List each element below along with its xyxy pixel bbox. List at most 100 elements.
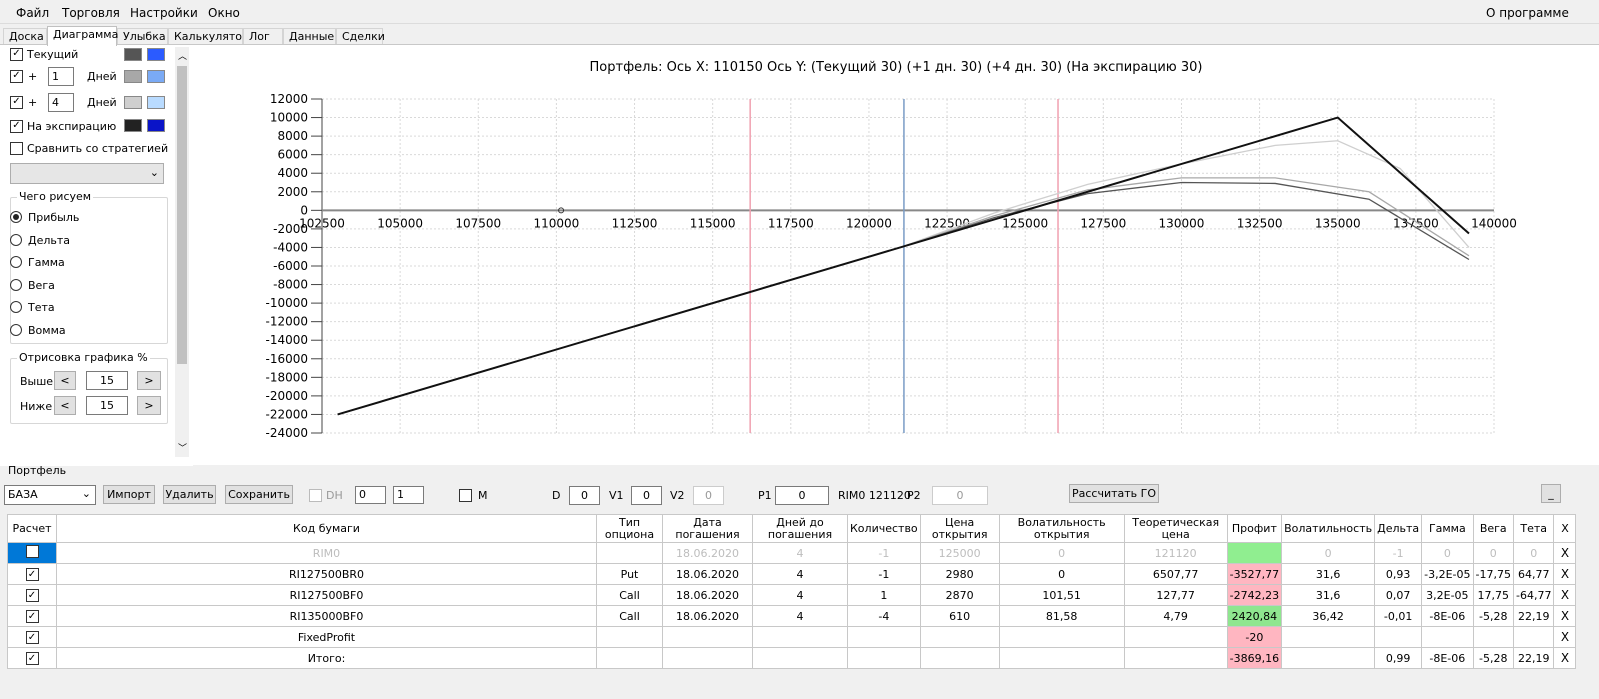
v1-input[interactable]: 0 (631, 486, 662, 505)
remove-row-button[interactable]: X (1553, 605, 1577, 627)
remove-row-button[interactable]: X (1553, 647, 1577, 669)
dh-stepper-1[interactable]: 0 (355, 486, 386, 504)
scroll-up-icon[interactable]: ︿ (178, 49, 187, 62)
tab-calculator[interactable]: Калькулятор (168, 28, 249, 45)
dh-stepper-2[interactable]: 1 (393, 486, 424, 504)
above-decrease-button[interactable]: < (54, 371, 76, 390)
menu-file[interactable]: Файл (16, 6, 49, 20)
expiry-color-swatch-2[interactable] (147, 119, 165, 132)
col-price[interactable]: Цена открытия (919, 514, 1000, 543)
calc-cell[interactable]: ✓ (7, 647, 57, 669)
table-row[interactable]: ✓ Итого: -3869,16 0,99 -8E-06 -5,28 22,1… (7, 647, 1577, 669)
tab-log[interactable]: Лог (243, 28, 283, 45)
remove-row-button[interactable]: X (1553, 584, 1577, 606)
theo-cell: 127,77 (1123, 584, 1228, 606)
portfolio-select[interactable]: БАЗА ⌄ (4, 485, 96, 505)
col-profit[interactable]: Профит (1226, 514, 1283, 543)
remove-row-button[interactable]: X (1553, 626, 1577, 648)
menu-about[interactable]: О программе (1486, 6, 1569, 20)
radio-profit[interactable]: Прибыль (10, 208, 79, 226)
row-checkbox[interactable] (25, 545, 39, 558)
plus4-color-swatch-2[interactable] (147, 96, 165, 109)
calc-cell[interactable]: ✓ (7, 563, 57, 585)
col-vol-open[interactable]: Волатильность открытия (998, 514, 1125, 543)
col-theo[interactable]: Теоретическая цена (1123, 514, 1228, 543)
minimize-button[interactable]: _ (1541, 484, 1561, 503)
current-color-swatch[interactable] (124, 48, 142, 61)
row-checkbox[interactable]: ✓ (25, 589, 39, 603)
col-vega[interactable]: Вега (1472, 514, 1515, 543)
current-checkbox[interactable]: ✓ (10, 47, 23, 61)
menu-settings[interactable]: Настройки (130, 6, 198, 20)
strategy-select[interactable]: ⌄ (10, 163, 164, 184)
table-row[interactable]: ✓ RI127500BR0 Put 18.06.2020 4 -1 2980 0… (7, 563, 1577, 585)
expiry-color-swatch[interactable] (124, 119, 142, 132)
current-color-swatch-2[interactable] (147, 48, 165, 61)
delete-button[interactable]: Удалить (163, 485, 216, 504)
tab-diagram[interactable]: Диаграмма (47, 26, 118, 46)
col-vol[interactable]: Волатильность (1281, 514, 1376, 543)
plus4-color-swatch[interactable] (124, 96, 142, 109)
row-checkbox[interactable]: ✓ (25, 568, 39, 582)
radio-vomma[interactable]: Вомма (10, 321, 66, 339)
compare-checkbox[interactable] (10, 141, 23, 155)
calc-cell[interactable] (7, 542, 57, 564)
col-x[interactable]: X (1553, 514, 1577, 543)
col-days[interactable]: Дней до погашения (752, 514, 848, 543)
col-date[interactable]: Дата погашения (662, 514, 753, 543)
col-theta[interactable]: Тета (1512, 514, 1555, 543)
tab-trades[interactable]: Сделки (336, 28, 385, 45)
col-gamma[interactable]: Гамма (1421, 514, 1474, 543)
remove-row-button[interactable]: X (1553, 563, 1577, 585)
col-code[interactable]: Код бумаги (56, 514, 597, 543)
calc-cell[interactable]: ✓ (7, 605, 57, 627)
import-button[interactable]: Импорт (103, 485, 155, 504)
calc-cell[interactable]: ✓ (7, 626, 57, 648)
col-calc[interactable]: Расчет (7, 514, 57, 543)
plus1-color-swatch-2[interactable] (147, 70, 165, 83)
plus4-days-input[interactable]: 4 (48, 93, 74, 112)
below-increase-button[interactable]: > (137, 396, 161, 415)
sidebar-scrollbar[interactable]: ︿ ﹀ (175, 47, 189, 457)
row-checkbox[interactable]: ✓ (25, 610, 39, 624)
v2-input[interactable]: 0 (693, 486, 724, 505)
table-row[interactable]: RIM0 18.06.2020 4 -1 125000 0 121120 0 -… (7, 542, 1577, 564)
radio-gamma[interactable]: Гамма (10, 253, 65, 271)
plus4-checkbox[interactable]: ✓ (10, 95, 23, 109)
scroll-down-icon[interactable]: ﹀ (178, 441, 187, 454)
calc-go-button[interactable]: Рассчитать ГО (1069, 484, 1159, 503)
row-checkbox[interactable]: ✓ (25, 631, 39, 645)
dh-checkbox[interactable] (309, 489, 322, 502)
p2-input[interactable]: 0 (932, 486, 988, 505)
tab-board[interactable]: Доска (3, 28, 47, 45)
scrollbar-thumb[interactable] (177, 66, 187, 364)
table-row[interactable]: ✓ FixedProfit -20 X (7, 626, 1577, 648)
col-delta[interactable]: Дельта (1374, 514, 1423, 543)
table-row[interactable]: ✓ RI127500BF0 Call 18.06.2020 4 1 2870 1… (7, 584, 1577, 606)
calc-cell[interactable]: ✓ (7, 584, 57, 606)
col-qty[interactable]: Количество (847, 514, 921, 543)
menu-window[interactable]: Окно (208, 6, 240, 20)
above-input[interactable]: 15 (86, 371, 128, 390)
radio-delta[interactable]: Дельта (10, 231, 70, 249)
remove-row-button[interactable]: X (1553, 542, 1577, 564)
menu-trade[interactable]: Торговля (62, 6, 120, 20)
plus1-checkbox[interactable]: ✓ (10, 69, 23, 83)
save-button[interactable]: Сохранить (225, 485, 293, 504)
radio-theta[interactable]: Тета (10, 298, 55, 316)
tab-smile[interactable]: Улыбка (117, 28, 168, 45)
plus1-days-input[interactable]: 1 (48, 67, 74, 86)
p1-input[interactable]: 0 (775, 486, 829, 505)
expiry-checkbox[interactable]: ✓ (10, 119, 23, 133)
tab-data[interactable]: Данные (283, 28, 336, 45)
below-input[interactable]: 15 (86, 396, 128, 415)
radio-vega[interactable]: Вега (10, 276, 55, 294)
d-input[interactable]: 0 (569, 486, 600, 505)
m-checkbox[interactable] (459, 489, 472, 502)
above-increase-button[interactable]: > (137, 371, 161, 390)
table-row[interactable]: ✓ RI135000BF0 Call 18.06.2020 4 -4 610 8… (7, 605, 1577, 627)
plus1-color-swatch[interactable] (124, 70, 142, 83)
row-checkbox[interactable]: ✓ (25, 652, 39, 666)
col-type[interactable]: Тип опциона (596, 514, 663, 543)
below-decrease-button[interactable]: < (54, 396, 76, 415)
